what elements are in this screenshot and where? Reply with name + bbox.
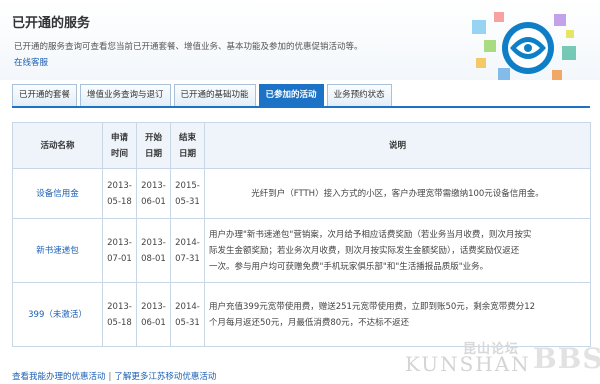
tab-reservations[interactable]: 业务预约状态 [326,84,392,106]
more-offers-link[interactable]: 了解更多江苏移动优惠活动 [114,372,216,382]
apply-time: 2013- 05-18 [102,282,137,347]
start-date: 2013- 08-01 [136,218,171,283]
apply-time: 2013- 07-01 [102,218,137,283]
table-row: 设备信用金 2013- 05-18 2013- 06-01 2015- 05-31 光… [12,168,591,219]
tab-basic-functions[interactable]: 已开通的基础功能 [173,84,256,106]
header-apply-time: 申请 时间 [102,122,137,169]
activities-table: 活动名称 申请 时间 开始 日期 结束 日期 说明 设备信用金 2013- 05-18 … [12,122,591,347]
page-title: 已开通的服务 [12,16,91,31]
activity-name[interactable]: 设备信用金 [12,168,103,219]
end-date: 2014- 05-31 [170,282,205,347]
activity-description: 用户充值399元宽带使用费，赠送251元宽带使用费，立即到账50元，剩余宽带费分… [204,282,591,347]
tab-packages[interactable]: 已开通的套餐 [12,84,78,106]
header-end-date: 结束 日期 [170,122,205,169]
end-date: 2014- 07-31 [170,218,205,283]
apply-time: 2013- 05-18 [102,168,137,219]
table-row: 新书速递包 2013- 07-01 2013- 08-01 2014- 07-31 用… [12,218,591,283]
tab-value-added[interactable]: 增值业务查询与退订 [80,84,171,106]
watermark-en: KUNSHAN [405,352,531,376]
view-eligible-offers-link[interactable]: 查看我能办理的优惠活动 [12,372,106,382]
header-start-date: 开始 日期 [136,122,171,169]
activity-description: 用户办理"新书速递包"营销案，次月给予相应话费奖励（若业务当月收费，则次月按实际… [204,218,591,283]
online-service-link[interactable]: 在线客服 [14,56,48,68]
footer-links: 查看我能办理的优惠活动 | 了解更多江苏移动优惠活动 [12,370,216,382]
start-date: 2013- 06-01 [136,168,171,219]
header-description: 说明 [204,122,591,169]
end-date: 2015- 05-31 [170,168,205,219]
service-tabs: 已开通的套餐 增值业务查询与退订 已开通的基础功能 已参加的活动 业务预约状态 [12,84,395,106]
china-mobile-logo-icon [472,12,576,80]
tab-underline [12,106,590,108]
tab-activities[interactable]: 已参加的活动 [258,84,324,106]
table-header-row: 活动名称 申请 时间 开始 日期 结束 日期 说明 [12,122,591,169]
table-row: 399（未激活） 2013- 05-18 2013- 06-01 2014- 05-3… [12,282,591,347]
activities-table-wrapper: 活动名称 申请 时间 开始 日期 结束 日期 说明 设备信用金 2013- 05-18 … [12,122,591,347]
header-name: 活动名称 [12,122,103,169]
activity-description: 光纤到户（FTTH）接入方式的小区，客户办理宽带需缴纳100元设备信用金。 [204,168,591,219]
page-description: 已开通的服务查询可查看您当前已开通套餐、增值业务、基本功能及参加的优惠促销活动等… [14,42,363,52]
link-separator: | [108,372,112,382]
start-date: 2013- 06-01 [136,282,171,347]
activity-name[interactable]: 新书速递包 [12,218,103,283]
activity-name[interactable]: 399（未激活） [12,282,103,347]
